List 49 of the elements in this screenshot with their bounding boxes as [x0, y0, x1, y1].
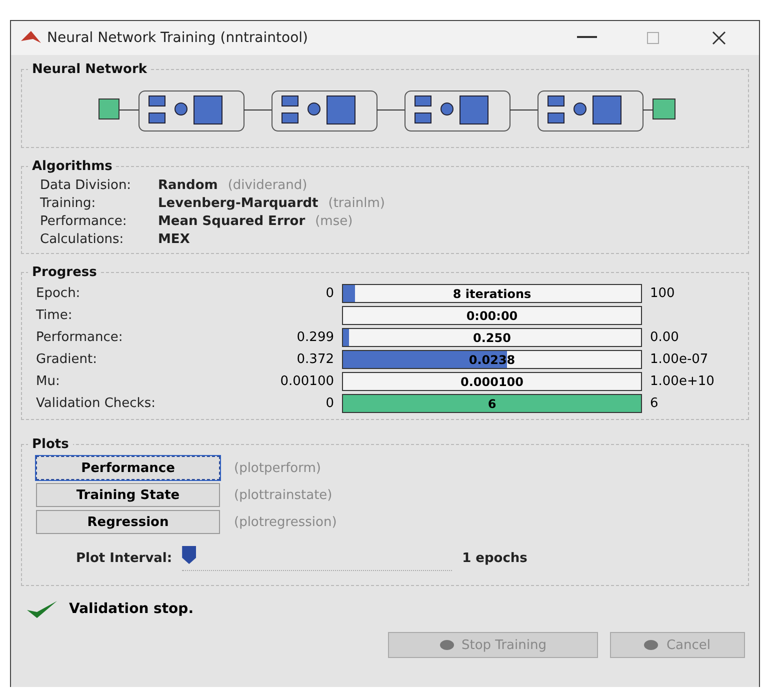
group-title: Algorithms — [28, 159, 116, 174]
field-label: Validation Checks: — [36, 396, 156, 411]
end-value: 1.00e-07 — [650, 352, 710, 367]
function-name: (plotregression) — [234, 514, 337, 530]
field-label: Data Division: — [40, 178, 132, 193]
slider-label: Plot Interval: — [76, 551, 172, 566]
plot-button[interactable]: Performance — [36, 456, 220, 480]
field-value: Random — [158, 178, 218, 193]
field-label: Performance: — [36, 330, 124, 345]
progress-reading: 8 iterations — [452, 286, 532, 300]
slider-thumb[interactable] — [182, 546, 196, 564]
end-value: 6 — [650, 396, 660, 411]
field-value: Mean Squared Error — [158, 214, 306, 229]
function-name: (dividerand) — [228, 178, 308, 193]
field-label: Performance: — [40, 214, 128, 229]
close-icon[interactable] — [712, 31, 726, 45]
start-value: 0.00100 — [279, 374, 334, 389]
slider-reading: 1 epochs — [462, 551, 528, 566]
group-title: Progress — [28, 265, 101, 280]
function-name: (mse) — [315, 214, 353, 229]
stop-icon — [644, 640, 658, 650]
plot-interval-slider[interactable] — [182, 546, 452, 571]
field-value: MEX — [158, 232, 190, 247]
end-value: 1.00e+10 — [650, 374, 716, 389]
plot-button[interactable]: Regression — [36, 510, 220, 534]
field-label: Epoch: — [36, 286, 82, 301]
start-value: 0 — [324, 286, 334, 301]
end-value: 100 — [650, 286, 676, 301]
field-label: Calculations: — [40, 232, 125, 247]
minimize-icon[interactable] — [577, 36, 597, 40]
field-label: Mu: — [36, 374, 61, 389]
function-name: (trainlm) — [328, 196, 385, 211]
progress-reading: 0.250 — [473, 330, 511, 344]
start-value: 0.299 — [296, 330, 334, 345]
status-message: Validation stop. — [69, 601, 194, 617]
field-label: Time: — [36, 308, 74, 323]
plot-button[interactable]: Training State — [36, 483, 220, 507]
window-title: Neural Network Training (nntraintool) — [47, 30, 309, 46]
start-value: 0.372 — [296, 352, 334, 367]
stop-icon — [440, 640, 454, 650]
field-label: Training: — [40, 196, 97, 211]
progress-reading: 6 — [488, 396, 496, 410]
field-value: Levenberg-Marquardt — [158, 196, 318, 211]
end-value: 0.00 — [650, 330, 680, 345]
field-label: Gradient: — [36, 352, 98, 367]
function-name: (plottrainstate) — [234, 488, 332, 502]
start-value: 0 — [324, 396, 334, 411]
function-name: (plotperform) — [234, 460, 321, 476]
app-logo-icon — [21, 31, 41, 45]
